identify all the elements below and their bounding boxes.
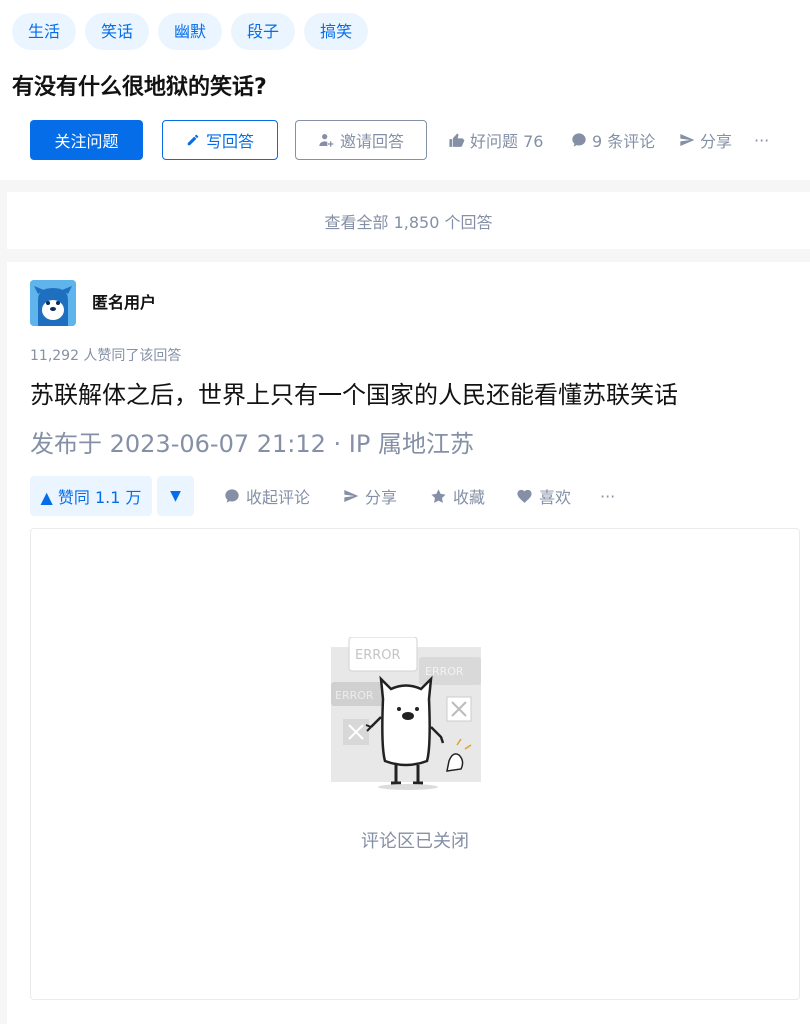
upvote-count-text: 11,292 人赞同了该回答	[30, 348, 182, 364]
pencil-icon	[187, 134, 199, 146]
answer-share-button[interactable]: 分享	[343, 476, 397, 516]
topic-tag[interactable]: 笑话	[85, 13, 150, 50]
downvote-button[interactable]: ▼	[157, 476, 194, 516]
upvote-label: ▲ 赞同 1.1 万	[40, 488, 142, 507]
question-header: 生活 笑话 幽默 段子 搞笑 有没有什么很地狱的笑话? 关注问题 写回答 邀请回…	[0, 0, 810, 180]
downvote-icon: ▼	[170, 488, 181, 504]
share-icon	[680, 134, 695, 146]
collapse-comments-button[interactable]: 收起评论	[224, 476, 310, 516]
question-share-button[interactable]: 分享	[679, 120, 732, 160]
answer-content: 苏联解体之后，世界上只有一个国家的人民还能看懂苏联笑话	[30, 381, 678, 409]
like-button[interactable]: 喜欢	[516, 476, 571, 516]
question-more-button[interactable]: ···	[754, 120, 769, 160]
author-name[interactable]: 匿名用户	[92, 289, 156, 313]
good-question-button[interactable]: 好问题 76	[448, 120, 543, 160]
good-question-label: 好问题 76	[470, 132, 544, 151]
star-icon	[431, 488, 446, 503]
collect-button[interactable]: 收藏	[430, 476, 485, 516]
question-actions: 关注问题 写回答 邀请回答 好问题 76 9 条评论 分享 ···	[30, 120, 810, 160]
invite-answer-button[interactable]: 邀请回答	[295, 120, 427, 160]
topic-tag[interactable]: 生活	[12, 13, 77, 50]
topic-tag[interactable]: 搞笑	[304, 13, 369, 50]
more-dots-icon: ···	[754, 130, 770, 150]
collect-label: 收藏	[453, 488, 486, 507]
error-card-text: ERROR	[355, 648, 401, 663]
thumbs-up-icon	[449, 132, 465, 147]
heart-icon	[517, 489, 532, 503]
question-comments-label: 9 条评论	[592, 132, 656, 151]
error-card-text: ERROR	[425, 665, 464, 678]
answer-share-label: 分享	[365, 488, 398, 507]
answer-more-button[interactable]: ···	[600, 476, 615, 516]
comment-section: ERROR ERROR ERROR 评论区已关闭	[30, 528, 800, 1000]
share-icon	[344, 490, 359, 502]
write-answer-label: 写回答	[205, 132, 254, 151]
invite-user-icon	[319, 134, 334, 147]
error-card-text: ERROR	[335, 689, 374, 702]
comments-closed-text: 评论区已关闭	[361, 831, 469, 852]
upvote-button[interactable]: ▲ 赞同 1.1 万	[30, 476, 152, 516]
topic-tag[interactable]: 段子	[231, 13, 296, 50]
view-all-answers-button[interactable]: 查看全部 1,850 个回答	[7, 192, 810, 249]
publish-time: 发布于 2023-06-07 21:12 · IP 属地江苏	[30, 430, 474, 458]
like-label: 喜欢	[539, 488, 572, 507]
follow-question-button[interactable]: 关注问题	[30, 120, 143, 160]
write-answer-button[interactable]: 写回答	[162, 120, 278, 160]
avatar[interactable]	[30, 280, 76, 326]
question-comments-button[interactable]: 9 条评论	[571, 120, 655, 160]
anonymous-avatar-icon	[30, 280, 76, 326]
answer-actions: ▲ 赞同 1.1 万 ▼ 收起评论 分享 收藏 喜欢 ···	[30, 476, 790, 516]
question-share-label: 分享	[700, 132, 733, 151]
topic-list: 生活 笑话 幽默 段子 搞笑	[12, 13, 369, 50]
comment-icon	[225, 489, 239, 503]
comment-icon	[572, 133, 586, 147]
collapse-comments-label: 收起评论	[246, 488, 311, 507]
topic-tag[interactable]: 幽默	[158, 13, 223, 50]
follow-question-label: 关注问题	[54, 132, 119, 151]
comments-closed-illustration: ERROR ERROR ERROR	[331, 637, 481, 790]
more-dots-icon: ···	[600, 486, 616, 506]
question-title[interactable]: 有没有什么很地狱的笑话?	[12, 72, 267, 104]
invite-answer-label: 邀请回答	[339, 132, 404, 151]
answer-card: 匿名用户 11,292 人赞同了该回答 苏联解体之后，世界上只有一个国家的人民还…	[7, 262, 810, 1024]
view-all-answers-label: 查看全部 1,850 个回答	[324, 212, 493, 232]
